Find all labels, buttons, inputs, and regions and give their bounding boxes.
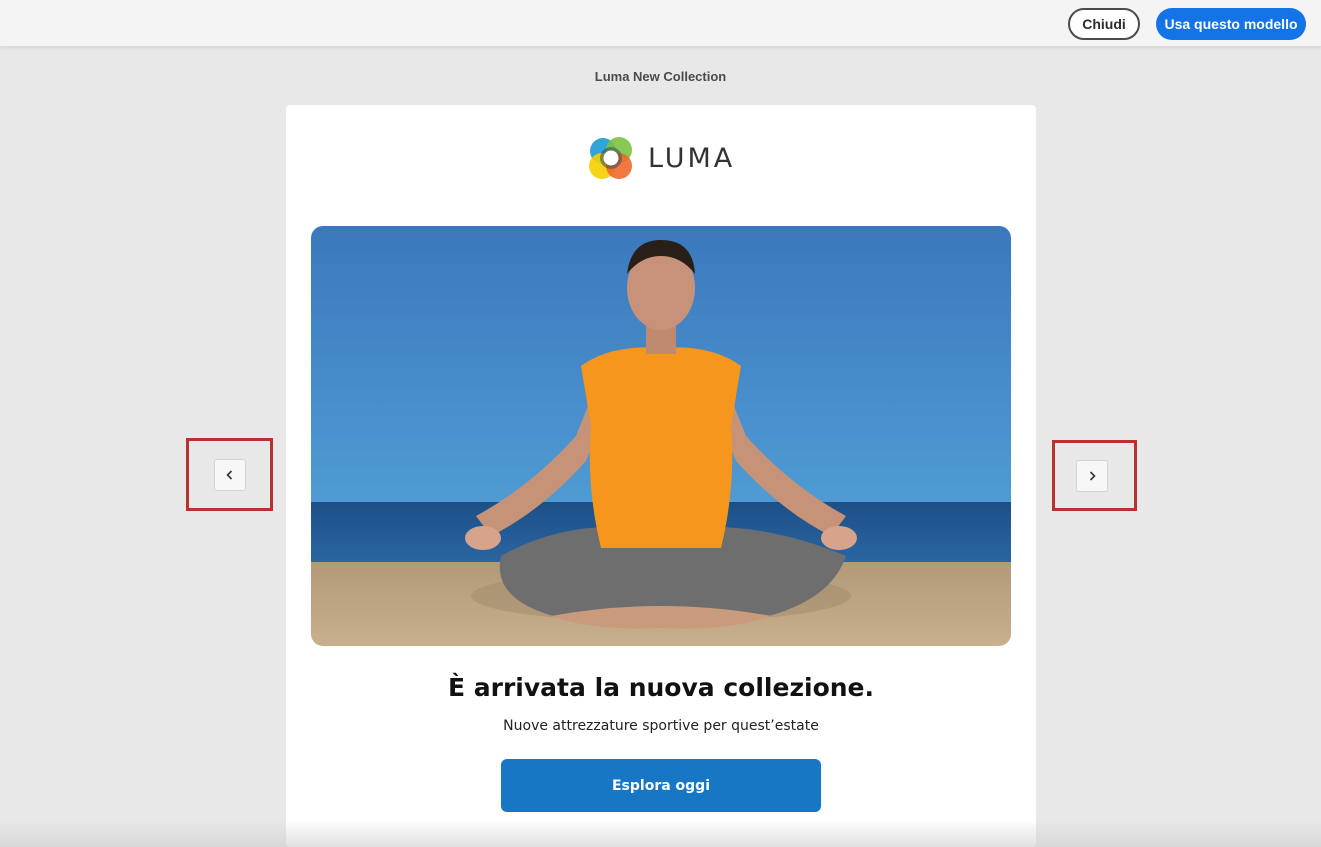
close-button[interactable]: Chiudi [1068, 8, 1140, 40]
next-template-button[interactable] [1076, 460, 1108, 492]
template-title: Luma New Collection [594, 69, 727, 84]
previous-template-button[interactable] [214, 459, 246, 491]
top-toolbar: Chiudi Usa questo modello [0, 0, 1321, 47]
email-headline: È arrivata la nuova collezione. [448, 673, 874, 702]
use-template-button[interactable]: Usa questo modello [1156, 8, 1306, 40]
email-preview: LUMA È arrivata la nuova collezione. Nuo… [286, 105, 1036, 847]
email-subline: Nuove attrezzature sportive per quest’es… [503, 718, 819, 734]
luma-logo: LUMA [588, 135, 735, 181]
chevron-right-icon [1089, 471, 1096, 481]
luma-logo-icon [589, 137, 632, 179]
hero-image [311, 226, 1011, 646]
chevron-left-icon [226, 470, 233, 480]
explore-today-button[interactable]: Esplora oggi [501, 759, 821, 812]
logo-text: LUMA [648, 142, 736, 174]
